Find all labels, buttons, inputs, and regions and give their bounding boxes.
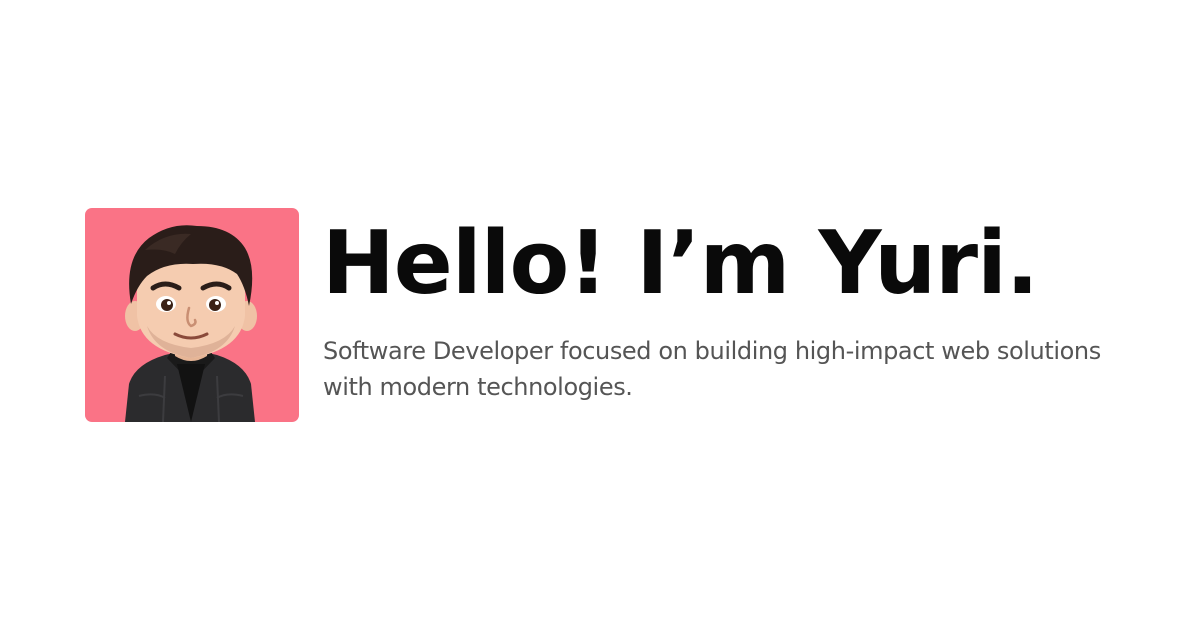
avatar	[85, 208, 299, 422]
avatar-illustration	[85, 208, 299, 422]
headline: Hello! I’m Yuri.	[322, 212, 1039, 314]
open-graph-card: Hello! I’m Yuri. Software Developer focu…	[0, 0, 1200, 630]
subtitle: Software Developer focused on building h…	[323, 337, 1101, 401]
